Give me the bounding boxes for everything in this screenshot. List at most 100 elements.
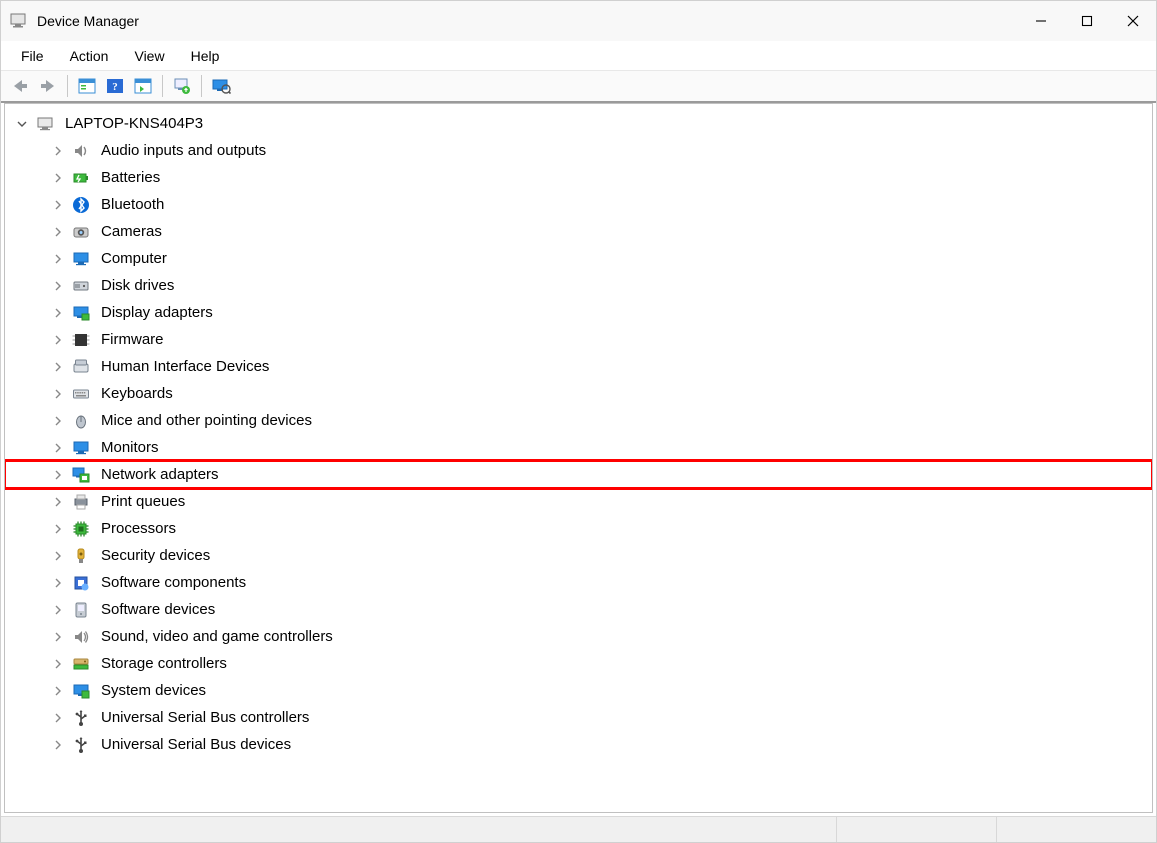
tree-item-label: Universal Serial Bus devices bbox=[99, 735, 293, 754]
tree-item-computer[interactable]: Computer bbox=[5, 245, 1152, 272]
tree-item-label: Software devices bbox=[99, 600, 217, 619]
chevron-right-icon[interactable] bbox=[51, 387, 65, 401]
chevron-right-icon[interactable] bbox=[51, 684, 65, 698]
chevron-right-icon[interactable] bbox=[51, 333, 65, 347]
chevron-right-icon[interactable] bbox=[51, 603, 65, 617]
printer-icon bbox=[71, 492, 91, 512]
chevron-right-icon[interactable] bbox=[51, 360, 65, 374]
tree-item-label: Computer bbox=[99, 249, 169, 268]
tree-item-monitors[interactable]: Monitors bbox=[5, 434, 1152, 461]
tree-item-keyboards[interactable]: Keyboards bbox=[5, 380, 1152, 407]
chevron-right-icon[interactable] bbox=[51, 279, 65, 293]
device-tree-pane[interactable]: LAPTOP-KNS404P3 Audio inputs and outputs B… bbox=[4, 103, 1153, 813]
software-component-icon bbox=[71, 573, 91, 593]
menu-action[interactable]: Action bbox=[60, 45, 119, 67]
monitor-icon bbox=[71, 438, 91, 458]
chevron-right-icon[interactable] bbox=[51, 522, 65, 536]
tree-root-label: LAPTOP-KNS404P3 bbox=[63, 114, 205, 133]
chevron-right-icon[interactable] bbox=[51, 576, 65, 590]
help-icon[interactable]: ? bbox=[102, 73, 128, 99]
tree-item-label: Keyboards bbox=[99, 384, 175, 403]
maximize-button[interactable] bbox=[1064, 1, 1110, 41]
chevron-right-icon[interactable] bbox=[51, 657, 65, 671]
chevron-right-icon[interactable] bbox=[51, 711, 65, 725]
menu-help[interactable]: Help bbox=[181, 45, 230, 67]
tree-item-processors[interactable]: Processors bbox=[5, 515, 1152, 542]
title-bar: Device Manager bbox=[1, 1, 1156, 41]
security-device-icon bbox=[71, 546, 91, 566]
status-cell-2 bbox=[836, 817, 996, 842]
devices-connection-icon[interactable] bbox=[208, 73, 234, 99]
tree-item-disk-drives[interactable]: Disk drives bbox=[5, 272, 1152, 299]
tree-item-label: Security devices bbox=[99, 546, 212, 565]
status-cell-3 bbox=[996, 817, 1156, 842]
back-icon[interactable] bbox=[7, 73, 33, 99]
menu-view[interactable]: View bbox=[124, 45, 174, 67]
toolbar: ? bbox=[1, 71, 1156, 103]
tree-item-system-devices[interactable]: System devices bbox=[5, 677, 1152, 704]
chevron-right-icon[interactable] bbox=[51, 549, 65, 563]
tree-item-cameras[interactable]: Cameras bbox=[5, 218, 1152, 245]
chevron-down-icon[interactable] bbox=[15, 117, 29, 131]
tree-item-label: Disk drives bbox=[99, 276, 176, 295]
tree-item-label: Sound, video and game controllers bbox=[99, 627, 335, 646]
chevron-right-icon[interactable] bbox=[51, 630, 65, 644]
keyboard-icon bbox=[71, 384, 91, 404]
tree-item-label: Network adapters bbox=[99, 465, 221, 484]
chevron-right-icon[interactable] bbox=[51, 495, 65, 509]
minimize-button[interactable] bbox=[1018, 1, 1064, 41]
tree-item-universal-serial-bus-controllers[interactable]: Universal Serial Bus controllers bbox=[5, 704, 1152, 731]
network-adapter-icon bbox=[71, 465, 91, 485]
tree-item-label: Software components bbox=[99, 573, 248, 592]
chevron-right-icon[interactable] bbox=[51, 252, 65, 266]
status-cell-1 bbox=[1, 817, 836, 842]
menu-file[interactable]: File bbox=[11, 45, 54, 67]
tree-item-security-devices[interactable]: Security devices bbox=[5, 542, 1152, 569]
show-hide-console-tree-icon[interactable] bbox=[74, 73, 100, 99]
tree-item-software-devices[interactable]: Software devices bbox=[5, 596, 1152, 623]
tree-item-bluetooth[interactable]: Bluetooth bbox=[5, 191, 1152, 218]
tree-item-sound-video-and-game-controllers[interactable]: Sound, video and game controllers bbox=[5, 623, 1152, 650]
hid-icon bbox=[71, 357, 91, 377]
tree-item-audio-inputs-and-outputs[interactable]: Audio inputs and outputs bbox=[5, 137, 1152, 164]
tree-item-human-interface-devices[interactable]: Human Interface Devices bbox=[5, 353, 1152, 380]
sound-controller-icon bbox=[71, 627, 91, 647]
usb-device-icon bbox=[71, 735, 91, 755]
tree-item-network-adapters[interactable]: Network adapters bbox=[5, 461, 1152, 488]
camera-icon bbox=[71, 222, 91, 242]
status-bar bbox=[1, 816, 1156, 842]
chevron-right-icon[interactable] bbox=[51, 414, 65, 428]
action-pane-icon[interactable] bbox=[130, 73, 156, 99]
tree-item-firmware[interactable]: Firmware bbox=[5, 326, 1152, 353]
chevron-right-icon[interactable] bbox=[51, 468, 65, 482]
chevron-right-icon[interactable] bbox=[51, 171, 65, 185]
processor-icon bbox=[71, 519, 91, 539]
tree-item-mice-and-other-pointing-devices[interactable]: Mice and other pointing devices bbox=[5, 407, 1152, 434]
software-device-icon bbox=[71, 600, 91, 620]
close-button[interactable] bbox=[1110, 1, 1156, 41]
tree-root[interactable]: LAPTOP-KNS404P3 bbox=[5, 110, 1152, 137]
mouse-icon bbox=[71, 411, 91, 431]
computer-root-icon bbox=[35, 114, 55, 134]
menu-bar: File Action View Help bbox=[1, 41, 1156, 71]
chevron-right-icon[interactable] bbox=[51, 738, 65, 752]
scan-hardware-changes-icon[interactable] bbox=[169, 73, 195, 99]
svg-text:?: ? bbox=[112, 81, 118, 93]
chevron-right-icon[interactable] bbox=[51, 198, 65, 212]
window-title: Device Manager bbox=[37, 13, 139, 29]
tree-item-universal-serial-bus-devices[interactable]: Universal Serial Bus devices bbox=[5, 731, 1152, 758]
tree-item-display-adapters[interactable]: Display adapters bbox=[5, 299, 1152, 326]
tree-item-batteries[interactable]: Batteries bbox=[5, 164, 1152, 191]
firmware-icon bbox=[71, 330, 91, 350]
tree-item-label: Audio inputs and outputs bbox=[99, 141, 268, 160]
chevron-right-icon[interactable] bbox=[51, 306, 65, 320]
tree-item-software-components[interactable]: Software components bbox=[5, 569, 1152, 596]
tree-item-print-queues[interactable]: Print queues bbox=[5, 488, 1152, 515]
chevron-right-icon[interactable] bbox=[51, 441, 65, 455]
tree-item-label: Display adapters bbox=[99, 303, 215, 322]
forward-icon[interactable] bbox=[35, 73, 61, 99]
tree-item-label: Cameras bbox=[99, 222, 164, 241]
chevron-right-icon[interactable] bbox=[51, 144, 65, 158]
chevron-right-icon[interactable] bbox=[51, 225, 65, 239]
tree-item-storage-controllers[interactable]: Storage controllers bbox=[5, 650, 1152, 677]
